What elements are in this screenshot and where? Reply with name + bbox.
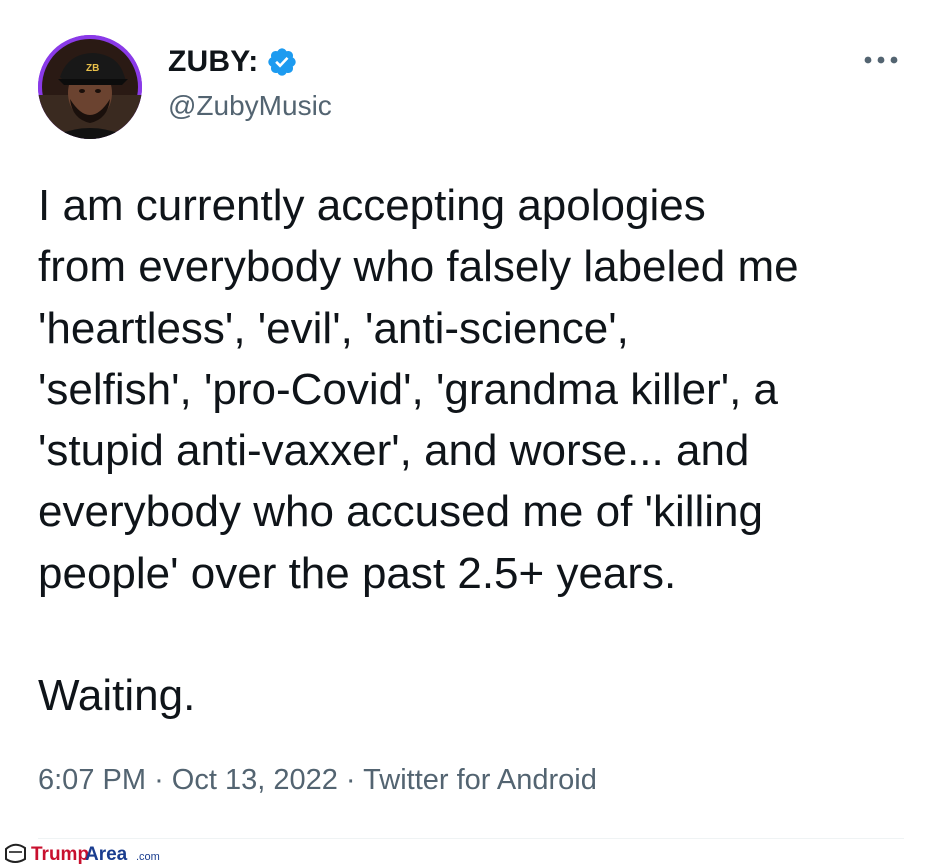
tweet-line: 'selfish', 'pro-Covid', 'grandma killer'… — [38, 364, 779, 414]
tweet-card: ZB ZUBY: @ZubyMusic I am currently accep… — [0, 0, 940, 866]
svg-text:ZB: ZB — [86, 63, 99, 74]
trumparea-logo: Trump Area .com — [5, 843, 160, 865]
tweet-line: Waiting. — [38, 671, 196, 721]
tweet-source[interactable]: Twitter for Android — [363, 764, 597, 796]
more-options-button[interactable] — [856, 42, 906, 78]
display-name[interactable]: ZUBY: — [168, 42, 258, 82]
tweet-meta: 6:07 PM · Oct 13, 2022 · Twitter for And… — [38, 760, 597, 800]
user-info[interactable]: ZUBY: @ZubyMusic — [168, 42, 768, 132]
avatar-photo: ZB — [38, 35, 142, 139]
avatar[interactable]: ZB — [38, 35, 142, 139]
meta-separator: · — [345, 764, 356, 796]
watermark: Trump Area .com — [3, 840, 193, 866]
verified-badge-icon — [266, 46, 298, 78]
user-handle[interactable]: @ZubyMusic — [168, 88, 332, 124]
tweet-line: everybody who accused me of 'killing — [38, 487, 763, 537]
tweet-line: people' over the past 2.5+ years. — [38, 548, 677, 598]
tweet-line: 'stupid anti-vaxxer', and worse... and — [38, 426, 750, 476]
tweet-text: I am currently accepting apologies from … — [38, 175, 918, 727]
watermark-part2: Area — [85, 844, 128, 865]
tweet-date[interactable]: Oct 13, 2022 — [172, 764, 338, 796]
watermark-part1: Trump — [31, 844, 89, 865]
divider — [38, 838, 904, 839]
tweet-time[interactable]: 6:07 PM — [38, 764, 146, 796]
more-horizontal-icon — [864, 56, 898, 64]
meta-separator: · — [154, 764, 164, 796]
watermark-suffix: .com — [136, 851, 160, 863]
tweet-line: from everybody who falsely labeled me — [38, 242, 799, 292]
display-name-row: ZUBY: — [168, 42, 298, 82]
tweet-line: I am currently accepting apologies — [38, 181, 706, 230]
tweet-line: 'heartless', 'evil', 'anti-science', — [38, 303, 629, 353]
